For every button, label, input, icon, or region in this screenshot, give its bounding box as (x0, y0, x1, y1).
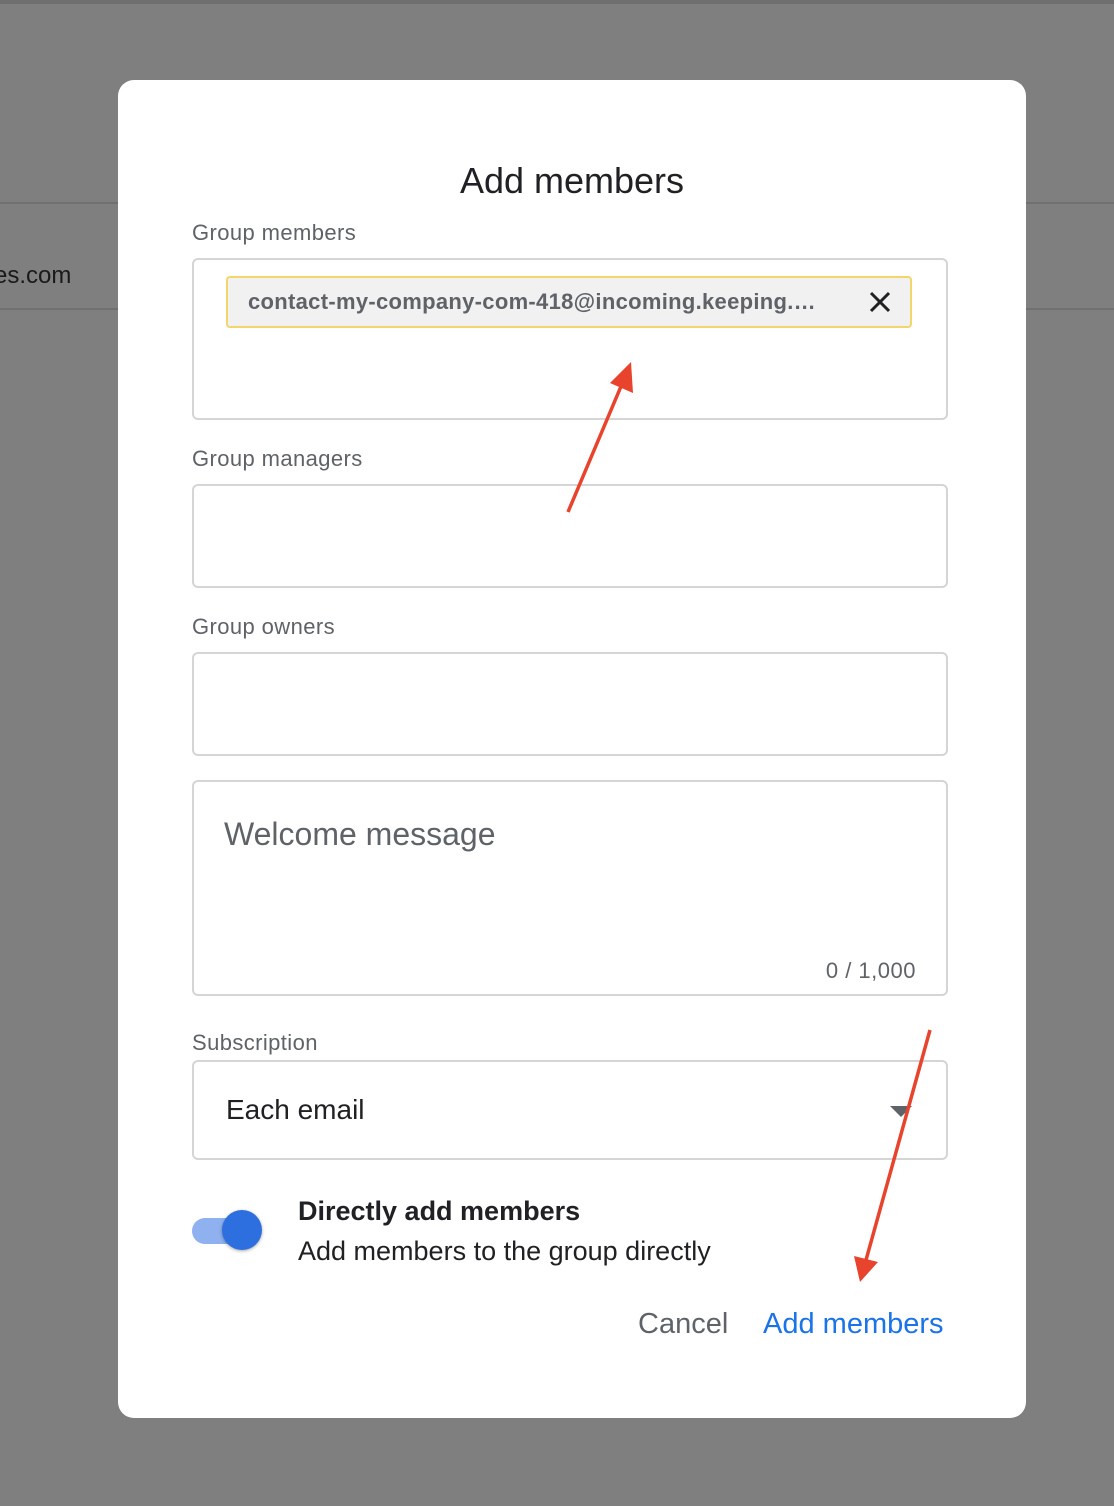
cancel-button[interactable]: Cancel (638, 1308, 728, 1341)
background-domain-text: es.com (0, 262, 72, 289)
group-members-label: Group members (192, 220, 357, 245)
direct-add-title: Directly add members (298, 1196, 581, 1226)
close-icon[interactable] (866, 288, 894, 316)
group-managers-label: Group managers (192, 446, 363, 471)
member-chip: contact-my-company-com-418@incoming.keep… (226, 276, 912, 328)
dialog-title: Add members (459, 160, 685, 201)
toggle-thumb (222, 1210, 262, 1250)
direct-add-toggle[interactable] (192, 1208, 266, 1252)
add-members-dialog: Add members Group members contact-my-com… (118, 80, 1026, 1418)
character-counter: 0 / 1,000 (825, 958, 916, 983)
welcome-message-placeholder: Welcome message (224, 816, 496, 852)
welcome-message-textarea[interactable]: Welcome message 0 / 1,000 (192, 780, 948, 996)
member-chip-email: contact-my-company-com-418@incoming.keep… (248, 289, 816, 314)
chevron-down-icon (890, 1106, 912, 1117)
group-owners-input[interactable] (192, 652, 948, 756)
group-managers-input[interactable] (192, 484, 948, 588)
subscription-selected-value: Each email (226, 1094, 365, 1125)
background-divider (0, 0, 1114, 4)
subscription-label: Subscription (192, 1030, 318, 1055)
group-owners-label: Group owners (192, 614, 335, 639)
subscription-select[interactable]: Each email (192, 1060, 948, 1160)
direct-add-description: Add members to the group directly (298, 1236, 711, 1266)
group-members-input[interactable]: contact-my-company-com-418@incoming.keep… (192, 258, 948, 420)
add-members-button[interactable]: Add members (763, 1308, 944, 1341)
